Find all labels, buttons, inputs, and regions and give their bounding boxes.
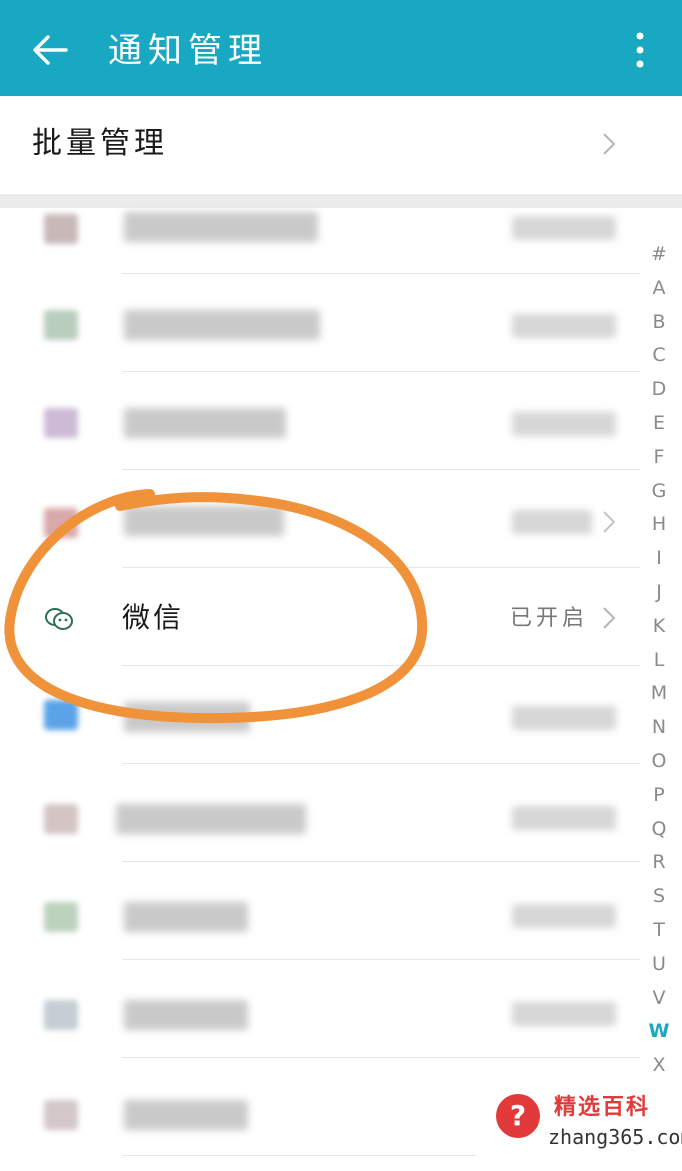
- app-icon: [44, 804, 78, 834]
- app-icon: [44, 408, 78, 438]
- index-letter[interactable]: S: [646, 880, 672, 914]
- index-letter[interactable]: B: [646, 306, 672, 340]
- index-letter[interactable]: D: [646, 373, 672, 407]
- app-status-obscured: [512, 806, 616, 830]
- app-name-obscured: [124, 702, 250, 732]
- app-icon: [44, 508, 78, 538]
- app-status-obscured: [512, 1002, 616, 1026]
- index-letter[interactable]: J: [646, 576, 672, 610]
- index-letter[interactable]: #: [646, 238, 672, 272]
- app-icon: [44, 310, 78, 340]
- app-icon: [44, 214, 78, 244]
- index-letter[interactable]: H: [646, 508, 672, 542]
- index-letter[interactable]: P: [646, 779, 672, 813]
- index-letter[interactable]: G: [646, 475, 672, 509]
- watermark-url: zhang365.com: [548, 1125, 682, 1149]
- chevron-right-icon: [603, 607, 616, 629]
- index-letter[interactable]: R: [646, 846, 672, 880]
- page-title: 通知管理: [108, 31, 268, 71]
- app-status-obscured: [512, 314, 616, 338]
- index-letter[interactable]: Q: [646, 813, 672, 847]
- app-icon: [44, 902, 78, 932]
- app-status-obscured: [512, 216, 616, 240]
- app-icon: [44, 700, 78, 730]
- index-letter[interactable]: E: [646, 407, 672, 441]
- site-watermark: ? 精选百科 zhang365.com: [476, 1082, 682, 1158]
- watermark-brand: 精选百科: [554, 1095, 651, 1120]
- list-item[interactable]: [0, 176, 640, 274]
- list-item[interactable]: [0, 960, 640, 1058]
- app-status-obscured: [512, 904, 616, 928]
- index-letter[interactable]: X: [646, 1049, 672, 1083]
- index-letter[interactable]: W: [646, 1015, 672, 1049]
- list-item[interactable]: [0, 470, 640, 568]
- index-letter[interactable]: F: [646, 441, 672, 475]
- index-letter[interactable]: U: [646, 948, 672, 982]
- app-name-obscured: [124, 1000, 248, 1030]
- index-letter[interactable]: N: [646, 711, 672, 745]
- app-name-obscured: [124, 310, 320, 340]
- app-status-obscured: [512, 510, 592, 534]
- chevron-right-icon: [603, 133, 616, 155]
- more-vertical-icon[interactable]: [634, 30, 646, 70]
- list-item-wechat[interactable]: 微信 已开启: [0, 568, 640, 666]
- batch-management-label: 批量管理: [32, 126, 168, 161]
- app-name-obscured: [124, 408, 286, 438]
- index-letter[interactable]: L: [646, 644, 672, 678]
- index-letter[interactable]: A: [646, 272, 672, 306]
- list-item[interactable]: [0, 372, 640, 470]
- index-letter[interactable]: M: [646, 677, 672, 711]
- question-badge-icon: ?: [496, 1094, 540, 1138]
- index-letter[interactable]: I: [646, 542, 672, 576]
- app-name-obscured: [124, 1100, 248, 1130]
- wechat-icon: [45, 608, 73, 630]
- index-letter[interactable]: T: [646, 914, 672, 948]
- index-letter[interactable]: K: [646, 610, 672, 644]
- app-name: 微信: [122, 601, 185, 634]
- app-icon: [44, 1000, 78, 1030]
- app-name-obscured: [124, 506, 284, 536]
- arrow-left-icon[interactable]: [30, 30, 70, 70]
- alphabet-index-bar[interactable]: # A B C D E F G H I J K L M N O P Q R S T U V W X: [646, 238, 672, 1083]
- app-icon: [44, 1100, 78, 1130]
- app-status-obscured: [512, 706, 616, 730]
- app-status-obscured: [512, 412, 616, 436]
- index-letter[interactable]: C: [646, 339, 672, 373]
- list-item[interactable]: [0, 764, 640, 862]
- index-letter[interactable]: V: [646, 982, 672, 1016]
- list-item[interactable]: [0, 666, 640, 764]
- svg-text:?: ?: [510, 1099, 526, 1132]
- chevron-right-icon: [603, 511, 616, 533]
- app-list: 微信 已开启: [0, 208, 682, 1171]
- list-item[interactable]: [0, 274, 640, 372]
- index-letter[interactable]: O: [646, 745, 672, 779]
- app-name-obscured: [124, 212, 318, 242]
- top-app-bar: 通知管理: [0, 0, 682, 96]
- app-status: 已开启: [510, 606, 589, 631]
- app-name-obscured: [116, 804, 306, 834]
- app-name-obscured: [124, 902, 248, 932]
- list-item[interactable]: [0, 862, 640, 960]
